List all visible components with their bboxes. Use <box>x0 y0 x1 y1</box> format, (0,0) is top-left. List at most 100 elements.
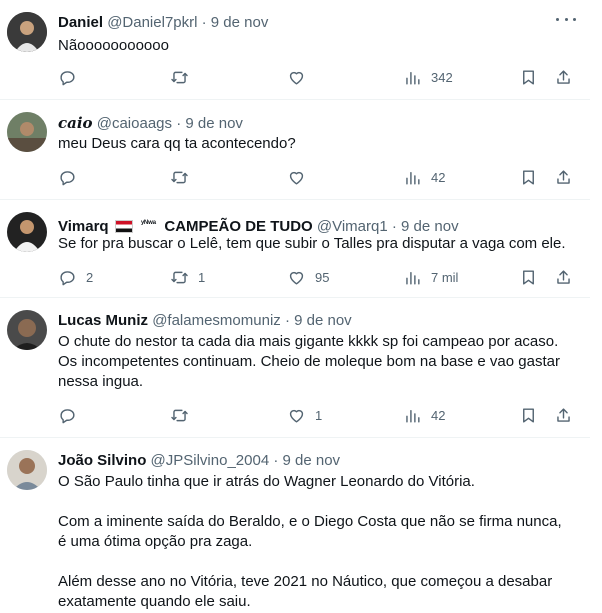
tweet-line: nessa ingua. <box>58 373 144 390</box>
share-button[interactable] <box>554 67 573 87</box>
analytics-icon <box>406 71 420 85</box>
tweet-header: Daniel @Daniel7pkrl · 9 de nov <box>58 13 550 33</box>
tweet-text: meu Deus cara qq ta acontecendo? <box>58 134 578 154</box>
share-icon <box>557 69 570 84</box>
post-date[interactable]: 9 de nov <box>185 115 243 132</box>
display-name[interactable]: João Silvino <box>58 452 146 469</box>
analytics-icon <box>406 271 420 285</box>
retweet-button[interactable] <box>170 67 189 87</box>
action-bar: 2 1 95 7 mil <box>58 267 578 287</box>
heart-icon <box>289 271 304 285</box>
bookmark-icon <box>523 69 534 85</box>
separator-dot: · <box>176 115 182 132</box>
tweet-line: é uma ótima opção pra zaga. <box>58 533 253 550</box>
retweet-count: 1 <box>198 269 206 285</box>
retweet-button[interactable]: 1 <box>170 267 205 287</box>
tweet-header: João Silvino @JPSilvino_2004 · 9 de nov <box>58 451 550 471</box>
separator-dot: · <box>273 452 279 469</box>
tweet[interactable]: Lucas Muniz @falamesmomuniz · 9 de nov O… <box>0 298 590 438</box>
views-button[interactable]: 42 <box>403 405 445 425</box>
like-button[interactable]: 1 <box>287 405 322 425</box>
avatar[interactable] <box>7 112 47 152</box>
like-button[interactable] <box>287 67 306 87</box>
user-handle[interactable]: @falamesmomuniz <box>152 312 281 329</box>
user-handle[interactable]: @caioaags <box>97 115 172 132</box>
tweet[interactable]: Daniel @Daniel7pkrl · 9 de nov Nãooooooo… <box>0 0 590 100</box>
user-handle[interactable]: @Vimarq1 <box>317 218 388 235</box>
reply-button[interactable]: 2 <box>58 267 93 287</box>
bookmark-icon <box>523 169 534 185</box>
name-superscript: ʸᴺʷᵃ <box>140 218 157 228</box>
tweet-line: Além desse ano no Vitória, teve 2021 no … <box>58 573 553 590</box>
tweet[interactable]: Vimarq ʸᴺʷᵃ CAMPEÃO DE TUDO @Vimarq1 · 9… <box>0 200 590 298</box>
display-name[interactable]: Lucas Muniz <box>58 312 148 329</box>
post-date[interactable]: 9 de nov <box>294 312 352 329</box>
post-date[interactable]: 9 de nov <box>211 14 269 31</box>
views-count: 42 <box>431 169 446 185</box>
views-button[interactable]: 42 <box>403 167 445 187</box>
tweet-line: Nãooooooooooo <box>58 37 169 54</box>
tweet-line: O chute do nestor ta cada dia mais gigan… <box>58 333 559 350</box>
retweet-icon <box>171 271 188 283</box>
user-handle[interactable]: @Daniel7pkrl <box>107 14 197 31</box>
retweet-icon <box>171 171 188 183</box>
action-bar: 342 <box>58 67 578 87</box>
tweet[interactable]: caio @caioaags · 9 de nov meu Deus cara … <box>0 100 590 200</box>
separator-dot: · <box>201 14 207 31</box>
reply-icon <box>60 408 75 423</box>
display-name-suffix: CAMPEÃO DE TUDO <box>164 218 313 235</box>
display-name[interactable]: Daniel <box>58 14 103 31</box>
separator-dot: · <box>391 218 397 235</box>
bookmark-button[interactable] <box>519 405 538 425</box>
reply-icon <box>60 70 75 85</box>
views-count: 7 mil <box>431 269 459 285</box>
bookmark-icon <box>523 269 534 285</box>
separator-dot: · <box>284 312 290 329</box>
post-date[interactable]: 9 de nov <box>283 452 341 469</box>
like-button[interactable] <box>287 167 306 187</box>
display-name[interactable]: caio <box>58 114 93 132</box>
views-button[interactable]: 7 mil <box>403 267 458 287</box>
avatar[interactable] <box>7 212 47 252</box>
bookmark-button[interactable] <box>519 267 538 287</box>
tweet[interactable]: João Silvino @JPSilvino_2004 · 9 de nov … <box>0 438 590 613</box>
avatar[interactable] <box>7 450 47 490</box>
retweet-button[interactable] <box>170 167 189 187</box>
tweet-header: caio @caioaags · 9 de nov <box>58 113 550 134</box>
tweet-text: Nãooooooooooo <box>58 36 578 56</box>
share-icon <box>557 269 570 284</box>
tweet-header: Lucas Muniz @falamesmomuniz · 9 de nov <box>58 311 550 331</box>
post-date[interactable]: 9 de nov <box>401 218 459 235</box>
like-button[interactable]: 95 <box>287 267 329 287</box>
share-button[interactable] <box>554 405 573 425</box>
tweet-line: O São Paulo tinha que ir atrás do Wagner… <box>58 473 475 490</box>
more-options-icon[interactable] <box>556 14 576 24</box>
avatar[interactable] <box>7 310 47 350</box>
reply-button[interactable] <box>58 67 77 87</box>
flag-icon <box>114 220 133 233</box>
avatar[interactable] <box>7 12 47 52</box>
retweet-icon <box>171 409 188 421</box>
user-handle[interactable]: @JPSilvino_2004 <box>151 452 270 469</box>
heart-icon <box>289 71 304 85</box>
bookmark-button[interactable] <box>519 167 538 187</box>
reply-count: 2 <box>86 269 94 285</box>
share-icon <box>557 407 570 422</box>
tweet-text: O chute do nestor ta cada dia mais gigan… <box>58 332 578 392</box>
display-name[interactable]: Vimarq <box>58 218 109 235</box>
share-button[interactable] <box>554 167 573 187</box>
views-button[interactable]: 342 <box>403 67 453 87</box>
tweet-line: Os incompetentes continuam. Cheio de mol… <box>58 353 560 370</box>
action-bar: 42 <box>58 167 578 187</box>
views-count: 42 <box>431 407 446 423</box>
reply-button[interactable] <box>58 167 77 187</box>
bookmark-button[interactable] <box>519 67 538 87</box>
analytics-icon <box>406 409 420 423</box>
share-button[interactable] <box>554 267 573 287</box>
reply-button[interactable] <box>58 405 77 425</box>
bookmark-icon <box>523 407 534 423</box>
like-count: 95 <box>315 269 330 285</box>
retweet-button[interactable] <box>170 405 189 425</box>
heart-icon <box>289 409 304 423</box>
heart-icon <box>289 171 304 185</box>
